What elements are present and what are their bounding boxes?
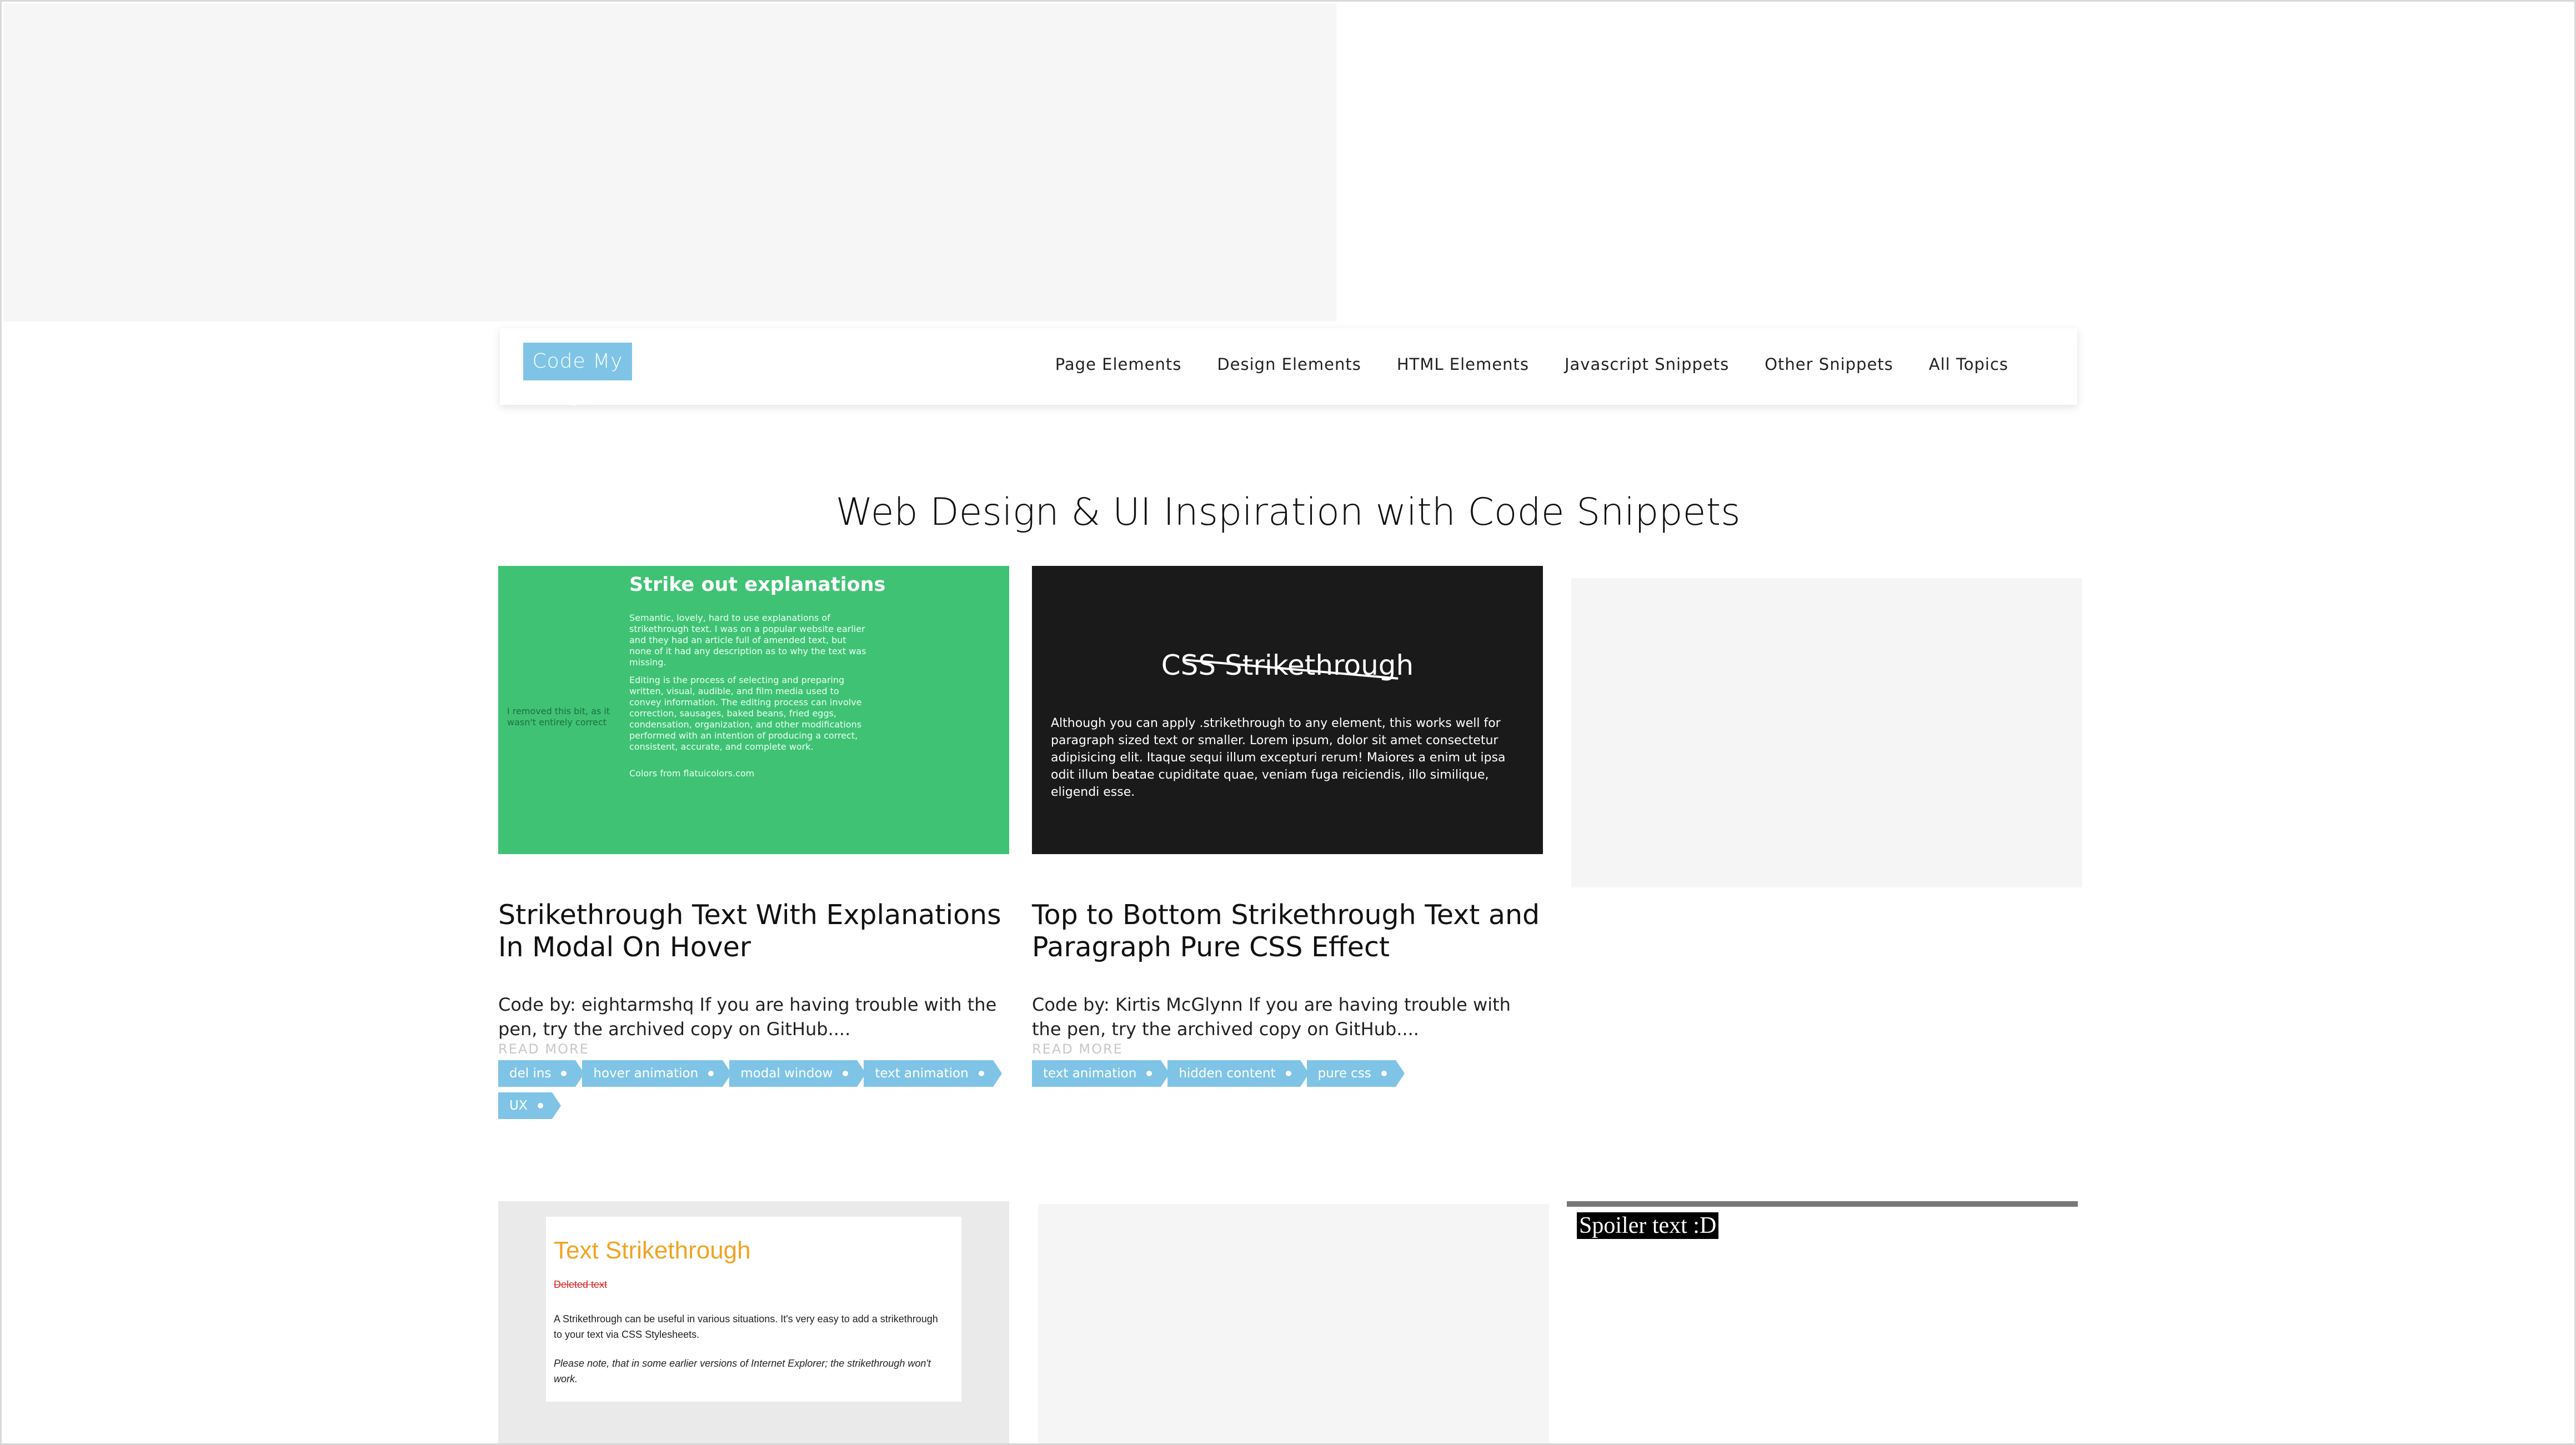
tag[interactable]: text animation	[864, 1060, 1003, 1087]
site-logo[interactable]: Code My UI	[523, 343, 632, 410]
thumb-credit: Colors from flatuicolors.com	[629, 768, 755, 779]
thumb-panel: Text Strikethrough Deleted text A Strike…	[546, 1217, 961, 1402]
ad-placeholder	[1571, 578, 2082, 887]
read-more-link[interactable]: READ MORE	[498, 1041, 589, 1057]
menu-page-elements[interactable]: Page Elements	[1055, 355, 1182, 374]
menu-javascript-snippets[interactable]: Javascript Snippets	[1565, 355, 1729, 374]
post-thumbnail[interactable]: Strike out explanations Semantic, lovely…	[498, 566, 1009, 854]
tag[interactable]: UX	[498, 1092, 561, 1119]
thumb-side-note: I removed this bit, as it wasn't entirel…	[507, 706, 610, 727]
thumb-heading: Text Strikethrough	[554, 1237, 751, 1264]
tag-list: del ins hover animation modal window tex…	[498, 1060, 1009, 1119]
thumb-paragraph: A Strikethrough can be useful in various…	[554, 1313, 938, 1340]
tag[interactable]: modal window	[729, 1060, 866, 1087]
post-title[interactable]: Strikethrough Text With Explanations In …	[498, 899, 1009, 964]
read-more-link[interactable]: READ MORE	[1032, 1041, 1123, 1057]
tag-list: text animation hidden content pure css	[1032, 1060, 1543, 1087]
thumb-top-bar	[1567, 1201, 2078, 1207]
post-thumbnail-placeholder	[1038, 1204, 1549, 1443]
post-excerpt: Code by: eightarmshq If you are having t…	[498, 994, 997, 1040]
thumb-heading: Strike out explanations	[629, 574, 886, 596]
menu-html-elements[interactable]: HTML Elements	[1397, 355, 1529, 374]
post-thumbnail[interactable]: Text Strikethrough Deleted text A Strike…	[498, 1201, 1009, 1443]
navbar: Code My UI Page Elements Design Elements…	[500, 328, 2077, 410]
thumb-heading: CSS Strikethrough	[1032, 649, 1543, 681]
thumb-note: Please note, that in some earlier versio…	[554, 1358, 931, 1384]
main-menu: Page Elements Design Elements HTML Eleme…	[1020, 355, 2008, 374]
tag[interactable]: text animation	[1032, 1060, 1170, 1087]
deleted-text: Deleted text	[554, 1279, 608, 1290]
ad-placeholder	[3, 3, 1336, 322]
thumb-paragraph: Although you can apply .strikethrough to…	[1051, 716, 1506, 799]
menu-all-topics[interactable]: All Topics	[1929, 355, 2008, 374]
tag[interactable]: del ins	[498, 1060, 585, 1087]
post-thumbnail[interactable]: Spoiler text :D	[1567, 1201, 2078, 1443]
post-title[interactable]: Top to Bottom Strikethrough Text and Par…	[1032, 899, 1543, 964]
tag[interactable]: hidden content	[1167, 1060, 1309, 1087]
menu-design-elements[interactable]: Design Elements	[1217, 355, 1361, 374]
tag[interactable]: hover animation	[582, 1060, 731, 1087]
menu-other-snippets[interactable]: Other Snippets	[1765, 355, 1893, 374]
page-frame: Code My UI Page Elements Design Elements…	[0, 0, 2576, 1445]
page-title: Web Design & UI Inspiration with Code Sn…	[835, 490, 1741, 534]
spoiler-text: Spoiler text :D	[1577, 1212, 1719, 1239]
tag[interactable]: pure css	[1306, 1060, 1405, 1087]
thumb-paragraph: Editing is the process of selecting and …	[629, 675, 862, 752]
post-excerpt: Code by: Kirtis McGlynn If you are havin…	[1032, 994, 1511, 1040]
thumb-paragraph: Semantic, lovely, hard to use explanatio…	[629, 613, 866, 668]
post-thumbnail[interactable]: CSS Strikethrough Although you can apply…	[1032, 566, 1543, 854]
